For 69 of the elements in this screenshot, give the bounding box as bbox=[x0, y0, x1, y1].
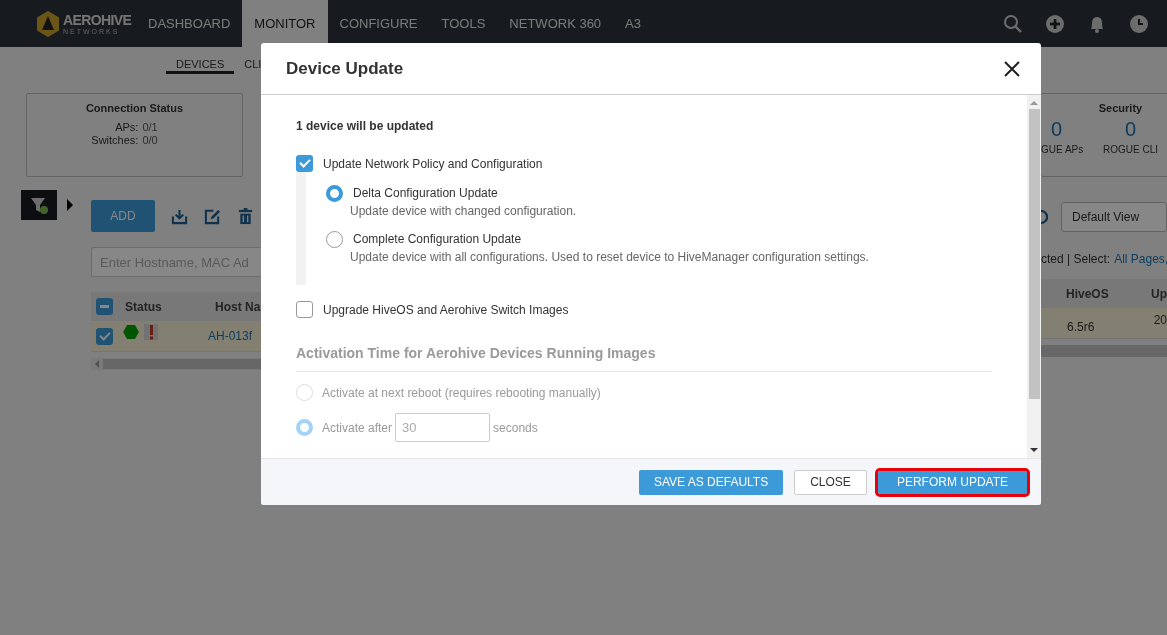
close-button[interactable] bbox=[1003, 59, 1021, 78]
dialog-title: Device Update bbox=[286, 58, 404, 79]
add-button[interactable]: ADD bbox=[91, 200, 155, 232]
selection-text: cted | Select: bbox=[1041, 252, 1111, 266]
radio-description: Update device with changed configuration. bbox=[350, 204, 577, 218]
sub-tab[interactable]: DEVICES bbox=[166, 56, 235, 74]
dialog-button[interactable]: CLOSE bbox=[794, 469, 867, 495]
alert-icon bbox=[144, 324, 158, 340]
filter-icon bbox=[29, 195, 49, 215]
radio-label: Activate after bbox=[322, 420, 393, 435]
vertical-scrollbar[interactable] bbox=[1027, 95, 1041, 458]
horizontal-scrollbar[interactable] bbox=[1041, 345, 1167, 357]
stat-value: 0/0 bbox=[142, 134, 158, 147]
nav-tab[interactable]: A3 bbox=[613, 0, 653, 47]
host-name-link[interactable]: AH-013f bbox=[208, 329, 253, 343]
checkbox[interactable] bbox=[96, 298, 113, 315]
stat-label: ROGUE CLI bbox=[1103, 144, 1158, 155]
radio-label: Delta Configuration Update bbox=[353, 186, 499, 200]
clock-icon[interactable] bbox=[1129, 13, 1149, 34]
hexagon-logo-icon bbox=[37, 10, 59, 37]
unit-label: seconds bbox=[493, 420, 538, 435]
radio-label: Activate at next reboot (requires rebooting manually) bbox=[322, 385, 601, 400]
expand-arrow-icon[interactable] bbox=[67, 199, 73, 211]
card-title: Connection Status bbox=[84, 102, 185, 114]
table-cell: 20 bbox=[1153, 313, 1167, 327]
card-title: Security bbox=[1097, 102, 1144, 114]
trash-icon[interactable] bbox=[237, 207, 254, 225]
all-pages-link[interactable]: All Pages, bbox=[1114, 252, 1167, 266]
option-label: Upgrade HiveOS and Aerohive Switch Images bbox=[323, 302, 569, 317]
brand-name: AEROHIVE bbox=[63, 12, 132, 27]
close-icon bbox=[1003, 59, 1021, 78]
stat-value: 0 bbox=[1050, 118, 1063, 141]
checkbox[interactable] bbox=[296, 301, 313, 318]
radio-label: Complete Configuration Update bbox=[353, 232, 523, 246]
refresh-icon[interactable] bbox=[1041, 207, 1048, 227]
column-header[interactable]: Status bbox=[125, 299, 215, 314]
nav-tab[interactable]: CONFIGURE bbox=[327, 0, 430, 47]
plus-circle-icon[interactable] bbox=[1045, 13, 1065, 34]
nav-tab[interactable]: TOOLS bbox=[429, 0, 498, 47]
radio-button[interactable] bbox=[326, 185, 343, 202]
stat-value: 0 bbox=[1124, 118, 1137, 141]
column-header[interactable]: HiveOS bbox=[1066, 286, 1151, 301]
radio-description: Update device with all configurations. Used to reset device to HiveManager configuration settings. bbox=[350, 250, 869, 264]
horizontal-scrollbar[interactable] bbox=[91, 358, 261, 370]
view-dropdown[interactable]: Default View bbox=[1060, 202, 1167, 232]
checkbox[interactable] bbox=[96, 327, 113, 345]
stat-label: GUE APs bbox=[1041, 144, 1084, 155]
edit-icon[interactable] bbox=[204, 207, 221, 225]
filter-button[interactable] bbox=[21, 190, 57, 220]
table-cell-text: 6.5r6 bbox=[1067, 320, 1096, 334]
download-icon[interactable] bbox=[171, 207, 188, 225]
dialog-button[interactable]: SAVE AS DEFAULTS bbox=[638, 469, 784, 495]
nav-tab[interactable]: MONITOR bbox=[242, 0, 328, 47]
option-label: Update Network Policy and Configuration bbox=[323, 156, 543, 171]
summary-text: 1 device will be updated bbox=[296, 119, 435, 133]
dialog-button[interactable]: PERFORM UPDATE bbox=[877, 470, 1027, 494]
column-header[interactable]: Host Na bbox=[215, 299, 261, 314]
stat-label: APs: bbox=[114, 121, 139, 134]
section-heading: Activation Time for Aerohive Devices Running Images bbox=[296, 345, 992, 372]
column-header[interactable]: Up bbox=[1151, 286, 1167, 301]
nav-tab[interactable]: NETWORK 360 bbox=[497, 0, 614, 47]
stat-label: Switches: bbox=[91, 134, 139, 147]
search-icon[interactable] bbox=[1003, 13, 1023, 34]
hexagon-status-icon bbox=[123, 325, 139, 339]
radio-button[interactable] bbox=[326, 231, 343, 248]
checkbox[interactable] bbox=[296, 155, 313, 172]
nav-tab[interactable]: DASHBOARD bbox=[136, 0, 243, 47]
stat-value: 0/1 bbox=[142, 121, 158, 134]
table-row[interactable]: AH-013f bbox=[91, 321, 261, 352]
